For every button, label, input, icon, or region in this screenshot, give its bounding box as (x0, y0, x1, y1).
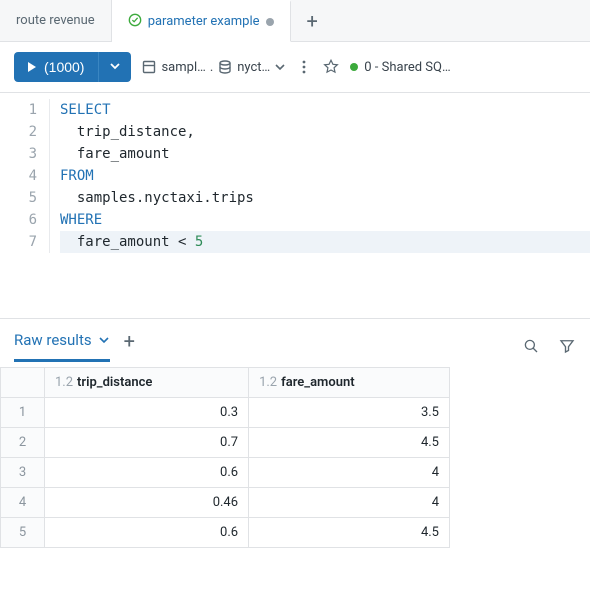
star-icon (322, 58, 340, 76)
cell: 0.7 (45, 428, 249, 458)
code-line: WHERE (60, 209, 590, 231)
line-num: 3 (0, 143, 37, 165)
results-actions (522, 337, 576, 355)
cluster-selector[interactable]: 0 - Shared SQ… (350, 60, 450, 75)
play-icon (28, 62, 36, 72)
favorite-button[interactable] (322, 58, 340, 76)
chevron-down-icon (274, 61, 286, 73)
line-num: 4 (0, 165, 37, 187)
code-line: SELECT (60, 99, 590, 121)
tab-label: route revenue (16, 13, 95, 28)
line-num: 1 (0, 99, 37, 121)
code-line: FROM (60, 165, 590, 187)
database-icon (217, 59, 233, 75)
chevron-down-icon (98, 334, 110, 346)
table-row[interactable]: 2 0.7 4.5 (1, 428, 450, 458)
cell: 4 (249, 458, 450, 488)
status-dot-icon (350, 63, 358, 71)
check-icon (128, 13, 142, 31)
catalog-left-label: sampl… (161, 60, 205, 75)
cell: 4 (249, 488, 450, 518)
tab-bar: route revenue parameter example + (0, 0, 590, 42)
results-table: 1.2trip_distance 1.2fare_amount 1 0.3 3.… (0, 367, 450, 548)
table-row[interactable]: 1 0.3 3.5 (1, 398, 450, 428)
code-line: fare_amount (60, 143, 590, 165)
row-num: 3 (1, 458, 45, 488)
add-visualization-button[interactable]: + (124, 329, 135, 363)
cell: 0.3 (45, 398, 249, 428)
cluster-label: 0 - Shared SQ… (364, 60, 450, 75)
sql-editor[interactable]: 1 2 3 4 5 6 7 SELECT trip_distance, fare… (0, 93, 590, 259)
column-header-trip-distance[interactable]: 1.2trip_distance (45, 368, 249, 398)
catalog-right-label: nyct… (237, 60, 270, 75)
code-line: trip_distance, (60, 121, 590, 143)
column-header-fare-amount[interactable]: 1.2fare_amount (249, 368, 450, 398)
line-gutter: 1 2 3 4 5 6 7 (0, 99, 50, 253)
line-num: 7 (0, 231, 37, 253)
table-row[interactable]: 4 0.46 4 (1, 488, 450, 518)
dot-sep: . (210, 60, 213, 75)
code-line: fare_amount < 5 (60, 231, 590, 253)
row-num: 1 (1, 398, 45, 428)
unsaved-dot-icon (266, 18, 274, 26)
cell: 3.5 (249, 398, 450, 428)
code-area[interactable]: SELECT trip_distance, fare_amount FROM s… (50, 99, 590, 253)
cell: 4.5 (249, 428, 450, 458)
row-num: 2 (1, 428, 45, 458)
cell: 0.6 (45, 518, 249, 548)
line-num: 6 (0, 209, 37, 231)
filter-results-button[interactable] (558, 337, 576, 355)
tab-label: parameter example (148, 14, 260, 29)
catalog-selector[interactable]: sampl… . nyct… (141, 59, 286, 75)
run-dropdown-button[interactable] (98, 52, 131, 82)
chevron-down-icon (109, 60, 121, 72)
line-num: 2 (0, 121, 37, 143)
new-tab-button[interactable]: + (291, 9, 334, 33)
row-num-header[interactable] (1, 368, 45, 398)
table-row[interactable]: 3 0.6 4 (1, 458, 450, 488)
run-group: (1000) (14, 52, 131, 82)
line-num: 5 (0, 187, 37, 209)
row-num: 5 (1, 518, 45, 548)
cell: 0.46 (45, 488, 249, 518)
table-row[interactable]: 5 0.6 4.5 (1, 518, 450, 548)
search-icon (522, 337, 540, 355)
run-limit-label: (1000) (44, 59, 84, 75)
editor-spacer (0, 259, 590, 319)
catalog-icon (141, 59, 157, 75)
results-tabs: Raw results + (14, 329, 135, 363)
tab-route-revenue[interactable]: route revenue (0, 0, 112, 42)
cell: 4.5 (249, 518, 450, 548)
results-tab-label: Raw results (14, 331, 92, 349)
run-button[interactable]: (1000) (14, 52, 98, 82)
filter-icon (558, 337, 576, 355)
cell: 0.6 (45, 458, 249, 488)
code-line: samples.nyctaxi.trips (60, 187, 590, 209)
search-results-button[interactable] (522, 337, 540, 355)
results-tab-raw[interactable]: Raw results (14, 331, 110, 362)
row-num: 4 (1, 488, 45, 518)
kebab-menu-button[interactable] (296, 59, 312, 75)
kebab-icon (296, 59, 312, 75)
results-header: Raw results + (0, 319, 590, 363)
tab-parameter-example[interactable]: parameter example (112, 0, 291, 42)
toolbar: (1000) sampl… . nyct… 0 - Shared SQ… (0, 42, 590, 93)
